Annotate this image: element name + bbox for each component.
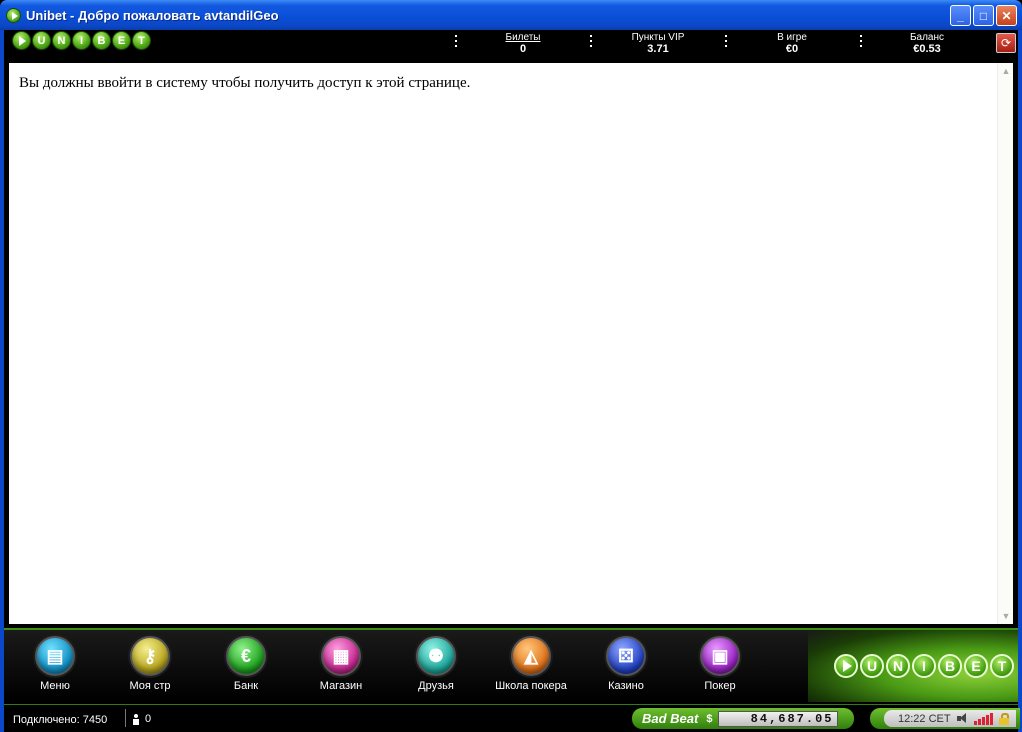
logo-letter: E (964, 654, 988, 678)
stat-vip-value: 3.71 (647, 43, 669, 55)
status-divider (125, 709, 126, 727)
nav-item-poker-school[interactable]: ◭ Школа покера (491, 636, 571, 692)
stat-tickets-value: 0 (519, 43, 527, 55)
minimize-button[interactable]: _ (950, 5, 971, 26)
logo-letter: I (72, 31, 91, 50)
bad-beat-title: Bad Beat (642, 711, 699, 726)
nav-label: Меню (40, 680, 70, 692)
scroll-down-icon[interactable]: ▼ (998, 608, 1014, 624)
signal-strength-icon (973, 712, 993, 725)
nav-label: Банк (233, 680, 259, 692)
unibet-logo-large[interactable]: U N I B E T (834, 654, 1014, 678)
nav-item-menu[interactable]: ▤ Меню (15, 636, 95, 692)
nav-item-friends[interactable]: ⚉ Друзья (396, 636, 476, 692)
maximize-button[interactable]: □ (973, 5, 994, 26)
logo-play-ball (834, 654, 858, 678)
separator-dots (860, 35, 863, 51)
unibet-logo[interactable]: U N I B E T (12, 31, 151, 50)
logo-letter: T (132, 31, 151, 50)
bad-beat-amount: 84,687.05 (718, 710, 839, 727)
nav-label: Школа покера (495, 680, 567, 692)
nav-item-shop[interactable]: ▦ Магазин (301, 636, 381, 692)
window-controls: _ □ ✕ (950, 5, 1017, 26)
window-titlebar: Unibet - Добро пожаловать avtandilGeo _ … (0, 0, 1022, 30)
logo-play-ball (12, 31, 31, 50)
stat-tickets[interactable]: Билеты 0 (490, 32, 556, 55)
nav-item-my-page[interactable]: ⚷ Моя стр (110, 636, 190, 692)
nav-label: Покер (704, 680, 736, 692)
person-icon (132, 713, 140, 725)
separator-dots (455, 35, 458, 51)
key-icon: ⚷ (130, 636, 170, 676)
logo-letter: N (52, 31, 71, 50)
nav-item-casino[interactable]: ⚄ Казино (586, 636, 666, 692)
players-count-value: 0 (145, 713, 152, 725)
vertical-scrollbar[interactable]: ▲ ▼ (997, 63, 1013, 624)
bad-beat-currency: $ (706, 712, 713, 725)
account-header: U N I B E T Билеты 0 Пункты VIP 3.71 В и… (4, 30, 1018, 60)
separator-dots (725, 35, 728, 51)
logo-letter: N (886, 654, 910, 678)
login-required-message: Вы должны ввойти в систему чтобы получит… (19, 75, 471, 91)
logo-letter: U (32, 31, 51, 50)
logo-letter: B (92, 31, 111, 50)
players-count: 0 (132, 713, 151, 725)
stat-balance: Баланс €0.53 (894, 32, 960, 55)
logo-letter: E (112, 31, 131, 50)
separator-dots (590, 35, 593, 51)
bad-beat-jackpot[interactable]: Bad Beat $ 84,687.05 (632, 708, 854, 729)
clock-time: 12:22 CET (898, 712, 951, 725)
window-frame-right (1018, 30, 1022, 732)
nav-item-poker[interactable]: ▣ Покер (680, 636, 760, 692)
stat-tickets-label[interactable]: Билеты (490, 32, 556, 43)
status-bar: Подключено: 7450 0 Bad Beat $ 84,687.05 … (4, 704, 1020, 732)
friends-icon: ⚉ (416, 636, 456, 676)
close-button[interactable]: ✕ (996, 5, 1017, 26)
stat-balance-label: Баланс (909, 32, 945, 43)
nav-label: Моя стр (129, 680, 171, 692)
play-icon (843, 660, 852, 672)
stat-in-game: В игре €0 (759, 32, 825, 55)
nav-label: Казино (608, 680, 644, 692)
refresh-button[interactable]: ⟳ (996, 33, 1016, 53)
logo-letter: I (912, 654, 936, 678)
lock-icon (998, 712, 1009, 725)
unibet-app-icon (6, 7, 21, 23)
content-frame: Вы должны ввойти в систему чтобы получит… (4, 60, 1018, 628)
menu-icon: ▤ (35, 636, 75, 676)
status-tray: 12:22 CET (870, 708, 1020, 729)
status-tray-inner: 12:22 CET (884, 710, 1016, 727)
logo-letter: U (860, 654, 884, 678)
graduation-cap-icon: ◭ (511, 636, 551, 676)
dice-icon: ⚄ (606, 636, 646, 676)
content-page: Вы должны ввойти в систему чтобы получит… (9, 63, 1013, 624)
logo-letter: T (990, 654, 1014, 678)
euro-icon: € (226, 636, 266, 676)
logo-letter: B (938, 654, 962, 678)
nav-label: Магазин (319, 680, 363, 692)
window-title: Unibet - Добро пожаловать avtandilGeo (26, 7, 279, 23)
scroll-up-icon[interactable]: ▲ (998, 63, 1014, 79)
nav-item-bank[interactable]: € Банк (206, 636, 286, 692)
stat-vip-label: Пункты VIP (631, 32, 685, 43)
sound-icon[interactable] (956, 713, 968, 724)
stat-in-game-value: €0 (785, 43, 799, 55)
stat-balance-value: €0.53 (913, 43, 941, 55)
stat-vip-points: Пункты VIP 3.71 (618, 32, 698, 55)
nav-label: Друзья (418, 680, 454, 692)
stat-in-game-label: В игре (777, 32, 807, 43)
gift-icon: ▦ (321, 636, 361, 676)
connection-status: Подключено: 7450 (13, 714, 108, 726)
poker-icon: ▣ (700, 636, 740, 676)
play-icon (19, 35, 26, 46)
bottom-navigation: ▤ Меню ⚷ Моя стр € Банк ▦ Магазин ⚉ Друз… (4, 628, 1018, 702)
brand-logo-area: U N I B E T (808, 630, 1018, 702)
